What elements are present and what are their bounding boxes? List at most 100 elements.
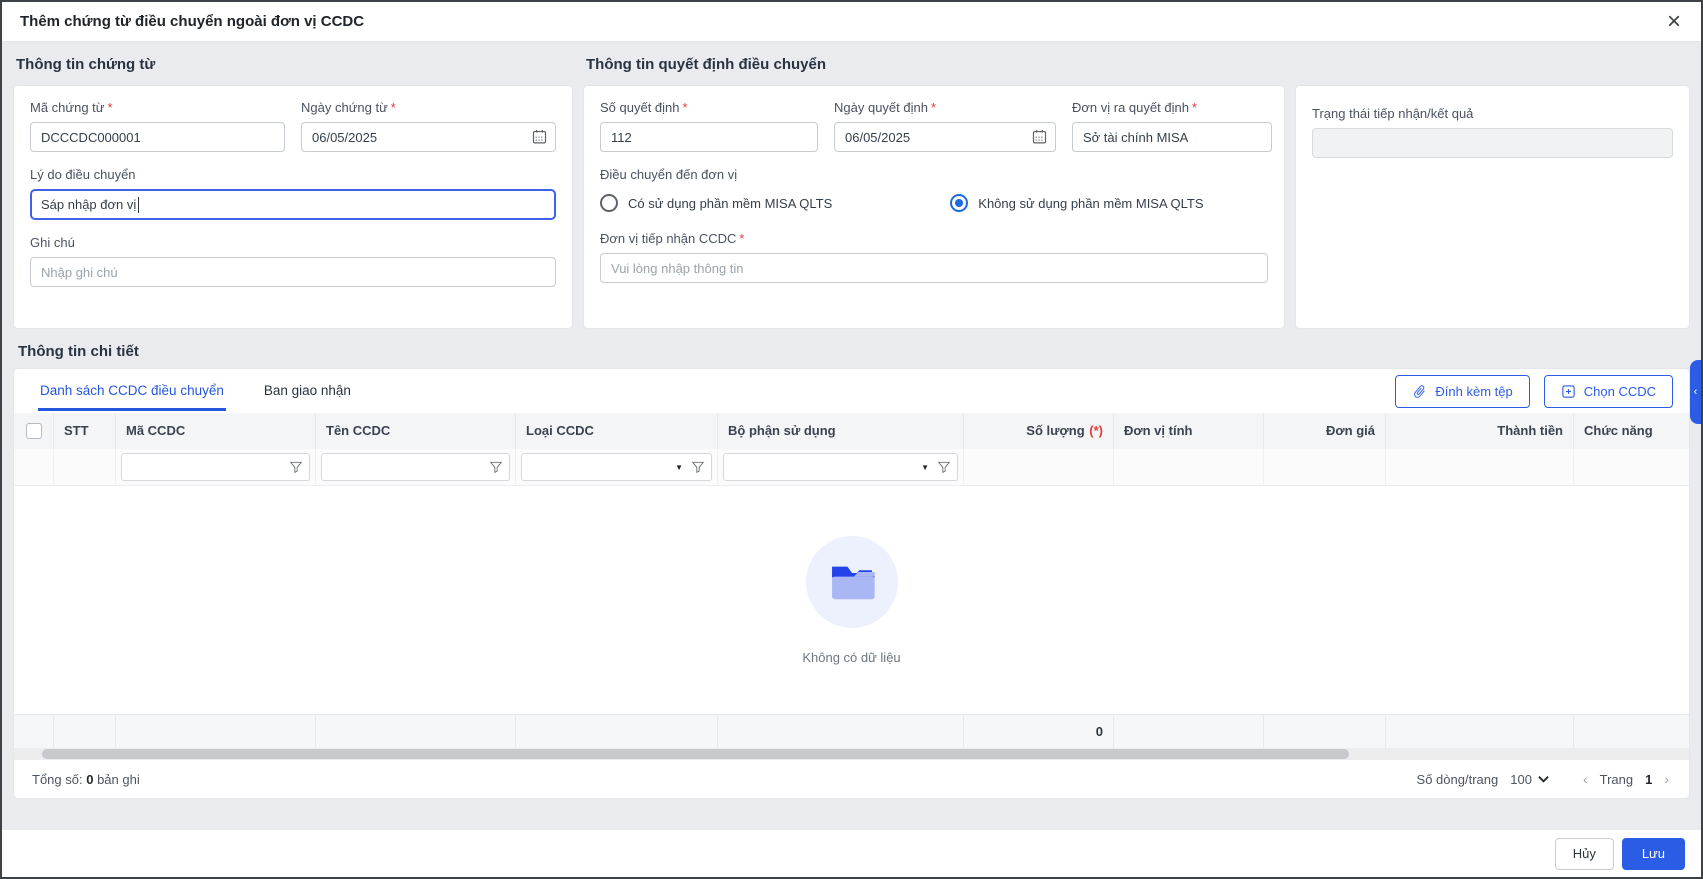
required-asterisk: * (391, 100, 396, 115)
dialog-content: Thông tin chứng từ Mã chứng từ* Ngày chứ… (2, 42, 1701, 830)
detail-tabs-row: Danh sách CCDC điều chuyển Ban giao nhận… (14, 369, 1689, 413)
close-icon[interactable]: × (1667, 12, 1681, 32)
dropdown-caret-icon[interactable]: ▼ (675, 463, 683, 472)
column-header-don-vi-tinh[interactable]: Đơn vị tính (1114, 413, 1264, 449)
page-size-value: 100 (1510, 772, 1532, 787)
filter-funnel-icon[interactable] (691, 460, 705, 474)
section-heading-document: Thông tin chứng từ (16, 56, 572, 78)
decision-number-label: Số quyết định* (600, 100, 818, 115)
total-unit: bản ghi (97, 772, 140, 787)
pagination: Số dòng/trang 100 ‹ Trang 1 › (1417, 771, 1669, 787)
add-transfer-document-dialog: Thêm chứng từ điều chuyển ngoài đơn vị C… (0, 0, 1703, 879)
calendar-icon[interactable] (1031, 128, 1048, 145)
section-heading-detail: Thông tin chi tiết (18, 343, 1689, 360)
section-document-info: Thông tin chứng từ Mã chứng từ* Ngày chứ… (14, 54, 572, 328)
text-cursor (138, 197, 139, 213)
current-page-number: 1 (1645, 772, 1652, 787)
tab-ccdc-transfer-list[interactable]: Danh sách CCDC điều chuyển (38, 371, 226, 411)
choose-ccdc-button[interactable]: Chọn CCDC (1544, 375, 1673, 408)
required-asterisk: * (108, 100, 113, 115)
chevron-down-icon (1538, 775, 1549, 783)
total-label: Tổng số: (32, 772, 83, 787)
dialog-title: Thêm chứng từ điều chuyển ngoài đơn vị C… (20, 13, 364, 30)
table-summary-row: 0 (14, 714, 1689, 748)
summary-quantity-total: 0 (964, 715, 1114, 749)
receive-status-label: Trạng thái tiếp nhận/kết quả (1312, 106, 1673, 121)
transfer-reason-label: Lý do điều chuyển (30, 167, 556, 182)
collapse-side-panel-handle[interactable]: ‹ (1690, 360, 1701, 424)
horizontal-scrollbar[interactable] (14, 748, 1689, 760)
column-header-ten-ccdc[interactable]: Tên CCDC (316, 413, 516, 449)
required-mark: (*) (1089, 423, 1103, 438)
page-size-select[interactable]: 100 (1510, 772, 1549, 787)
filter-funnel-icon[interactable] (289, 460, 303, 474)
detail-panel: Danh sách CCDC điều chuyển Ban giao nhận… (14, 369, 1689, 798)
tab-handover-board[interactable]: Ban giao nhận (262, 371, 353, 411)
table-header-row: STT Mã CCDC Tên CCDC Loại CCDC Bộ phận s… (14, 413, 1689, 449)
column-header-ma-ccdc[interactable]: Mã CCDC (116, 413, 316, 449)
receiver-unit-input[interactable] (600, 253, 1268, 283)
attach-file-button[interactable]: Đính kèm tệp (1395, 375, 1529, 408)
decision-issuer-input[interactable] (1072, 122, 1272, 152)
attach-file-label: Đính kèm tệp (1435, 384, 1512, 399)
radio-checked-icon (950, 194, 968, 212)
select-all-checkbox[interactable] (26, 423, 42, 439)
filter-bo-phan-input[interactable] (732, 460, 916, 474)
scrollbar-thumb[interactable] (42, 749, 1349, 759)
column-header-so-luong[interactable]: Số lượng (*) (964, 413, 1114, 449)
radio-option-use-misa-qlts[interactable]: Có sử dụng phần mềm MISA QLTS (600, 194, 832, 212)
dropdown-caret-icon[interactable]: ▼ (921, 463, 929, 472)
column-header-loai-ccdc[interactable]: Loại CCDC (516, 413, 718, 449)
column-header-thanh-tien[interactable]: Thành tiền (1386, 413, 1574, 449)
note-label: Ghi chú (30, 235, 556, 250)
filter-loai-ccdc-dropdown[interactable]: ▼ (521, 453, 712, 481)
transfer-destination-radio-group: Có sử dụng phần mềm MISA QLTS Không sử d… (600, 191, 1268, 215)
total-records: Tổng số: 0 bản ghi (32, 772, 140, 787)
filter-ten-ccdc-input[interactable] (330, 460, 484, 474)
next-page-icon[interactable]: › (1664, 771, 1669, 787)
empty-folder-badge (806, 536, 898, 628)
column-header-chuc-nang[interactable]: Chức năng (1574, 413, 1689, 449)
radio-option-label: Có sử dụng phần mềm MISA QLTS (628, 196, 832, 211)
dialog-titlebar: Thêm chứng từ điều chuyển ngoài đơn vị C… (2, 2, 1701, 42)
transfer-reason-value: Sáp nhập đơn vị (41, 197, 136, 212)
required-asterisk: * (683, 100, 688, 115)
receiver-unit-label: Đơn vị tiếp nhận CCDC* (600, 231, 1268, 246)
calendar-icon[interactable] (531, 128, 548, 145)
status-card: Trạng thái tiếp nhận/kết quả (1296, 86, 1689, 328)
section-receive-status: Trạng thái tiếp nhận/kết quả (1296, 54, 1689, 328)
dialog-action-bar: Hủy Lưu (2, 830, 1701, 877)
document-code-input[interactable] (30, 122, 285, 152)
filter-funnel-icon[interactable] (489, 460, 503, 474)
save-button[interactable]: Lưu (1622, 838, 1685, 870)
document-date-input[interactable] (301, 122, 556, 152)
decision-date-input[interactable] (834, 122, 1056, 152)
receive-status-input (1312, 128, 1673, 158)
radio-option-not-use-misa-qlts[interactable]: Không sử dụng phần mềm MISA QLTS (950, 194, 1203, 212)
required-asterisk: * (931, 100, 936, 115)
filter-ma-ccdc-input[interactable] (130, 460, 284, 474)
table-empty-state: Không có dữ liệu (14, 486, 1689, 714)
page-label: Trang (1600, 772, 1633, 787)
total-value: 0 (86, 772, 93, 787)
column-header-bo-phan-su-dung[interactable]: Bộ phận sử dụng (718, 413, 964, 449)
decision-number-input[interactable] (600, 122, 818, 152)
cancel-button[interactable]: Hủy (1555, 838, 1614, 870)
column-header-stt[interactable]: STT (54, 413, 116, 449)
prev-page-icon[interactable]: ‹ (1583, 771, 1588, 787)
decision-info-card: Số quyết định* Ngày quyết định* Đơn vị r… (584, 86, 1284, 328)
decision-issuer-label: Đơn vị ra quyết định* (1072, 100, 1272, 115)
top-form-area: Thông tin chứng từ Mã chứng từ* Ngày chứ… (14, 54, 1689, 328)
filter-loai-ccdc-input[interactable] (530, 460, 670, 474)
filter-funnel-icon[interactable] (937, 460, 951, 474)
folder-icon (823, 553, 881, 611)
transfer-destination-label: Điều chuyển đến đơn vị (600, 167, 1268, 182)
choose-ccdc-label: Chọn CCDC (1584, 384, 1656, 399)
chevron-left-icon: ‹ (1694, 386, 1698, 398)
note-input[interactable] (30, 257, 556, 287)
column-header-don-gia[interactable]: Đơn giá (1264, 413, 1386, 449)
radio-unchecked-icon (600, 194, 618, 212)
filter-bo-phan-dropdown[interactable]: ▼ (723, 453, 958, 481)
table-footer: Tổng số: 0 bản ghi Số dòng/trang 100 ‹ T… (14, 760, 1689, 798)
transfer-reason-input[interactable]: Sáp nhập đơn vị (30, 189, 556, 220)
